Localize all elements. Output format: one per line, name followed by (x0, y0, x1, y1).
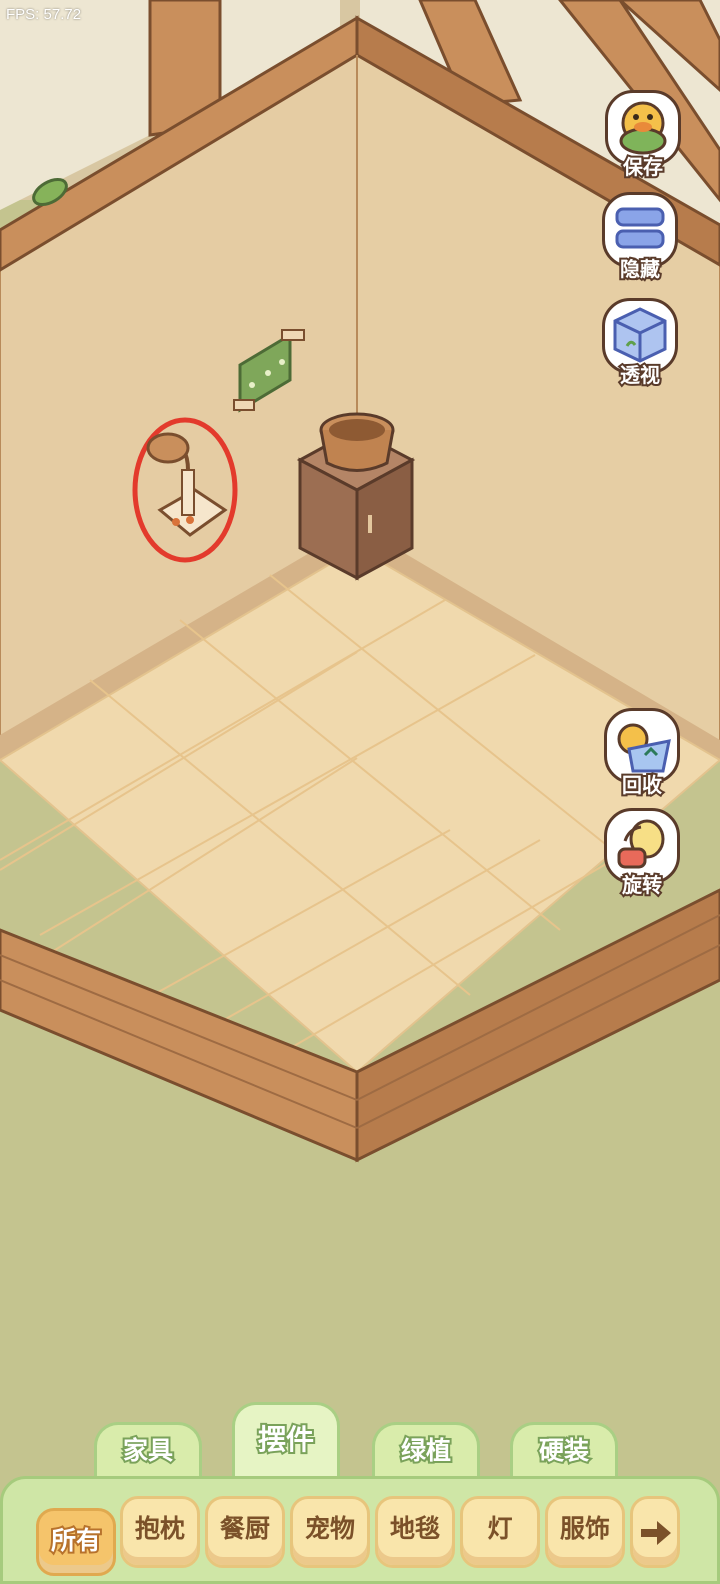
recycle-button[interactable]: 回收 (602, 708, 682, 800)
perspective-label: 透视 (618, 361, 662, 389)
save-button[interactable]: 保存 (603, 90, 683, 182)
subcat-pillows[interactable]: 抱枕 (120, 1496, 200, 1568)
subcat-pets[interactable]: 宠物 (290, 1496, 370, 1568)
hide-label: 隐藏 (618, 255, 662, 283)
save-label: 保存 (621, 153, 665, 181)
rotate-button[interactable]: 旋转 (602, 808, 682, 900)
perspective-button[interactable]: 透视 (600, 298, 680, 390)
fps-counter: FPS: 57.72 (6, 6, 82, 23)
recycle-label: 回收 (620, 771, 664, 799)
tab-plants[interactable]: 绿植 (372, 1422, 480, 1478)
subcat-kitchen[interactable]: 餐厨 (205, 1496, 285, 1568)
subcat-rugs[interactable]: 地毯 (375, 1496, 455, 1568)
tab-furniture[interactable]: 家具 (94, 1422, 202, 1478)
tab-ornaments[interactable]: 摆件 (232, 1402, 340, 1478)
subcat-all[interactable]: 所有 (36, 1508, 116, 1576)
arrow-right-icon (641, 1521, 671, 1545)
subcat-lights[interactable]: 灯 (460, 1496, 540, 1568)
rotate-label: 旋转 (620, 871, 664, 899)
next-arrow-button[interactable] (630, 1496, 680, 1568)
subcat-apparel[interactable]: 服饰 (545, 1496, 625, 1568)
hide-button[interactable]: 隐藏 (600, 192, 680, 284)
tab-hardware[interactable]: 硬装 (510, 1422, 618, 1478)
